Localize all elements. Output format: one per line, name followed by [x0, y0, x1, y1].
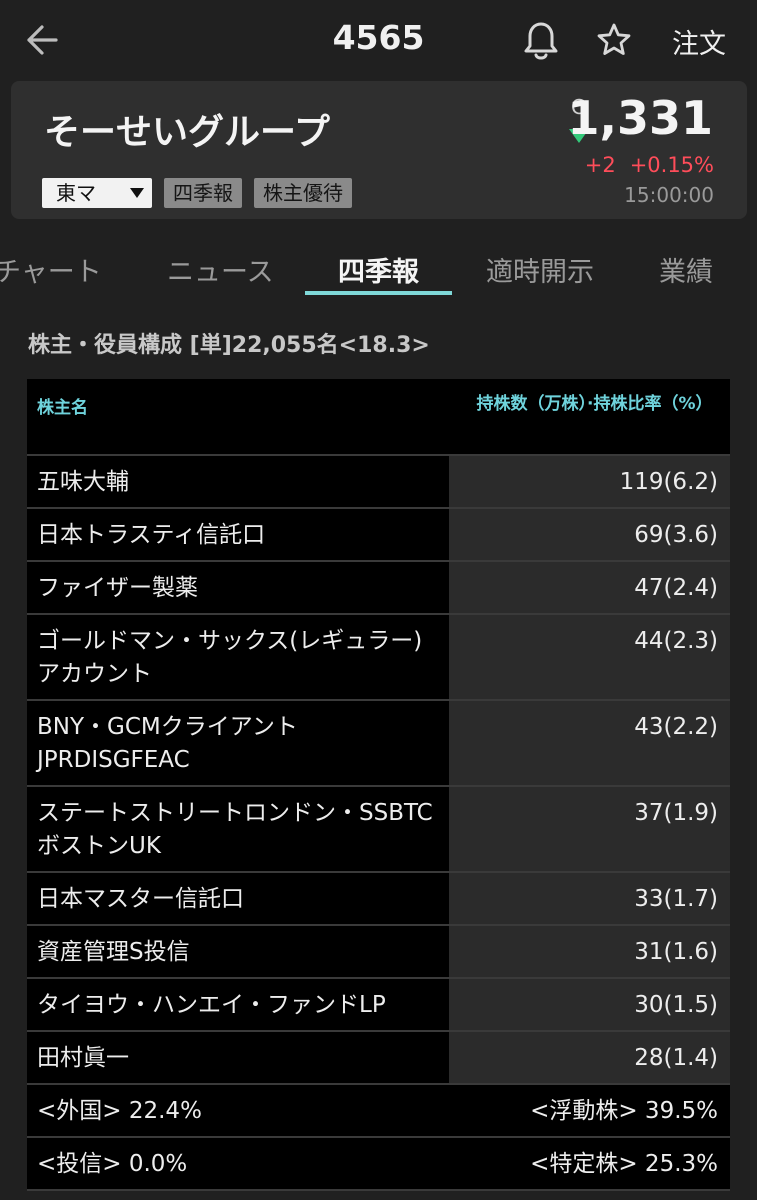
table-row: 日本マスター信託口 33(1.7): [27, 873, 730, 926]
tag-shareholder-benefits[interactable]: 株主優待: [254, 178, 352, 208]
back-arrow-icon: [27, 25, 58, 55]
market-select[interactable]: 東マ: [42, 178, 152, 208]
header-shares: 持株数（万株）·持株比率（%）: [476, 394, 713, 414]
shareholder-shares: 119(6.2): [449, 456, 730, 507]
change-percent: +0.15%: [629, 153, 714, 177]
summary-row: <外国> 22.4% <浮動株> 39.5%: [27, 1085, 730, 1138]
tag-row: 東マ 四季報 株主優待: [42, 178, 352, 208]
app-screen: 4565 注文 そーせいグループ 東マ 四季報 株主優待 C 1,331 +2 …: [0, 0, 757, 1200]
shareholder-shares: 43(2.2): [449, 701, 730, 785]
table-header: 株主名 持株数（万株）·持株比率（%）: [27, 379, 730, 456]
price-change: +2 +0.15%: [585, 153, 714, 177]
shareholder-shares: 47(2.4): [449, 562, 730, 613]
change-value: +2: [584, 153, 616, 177]
stock-name: そーせいグループ: [44, 112, 330, 153]
table-body: 五味大輔 119(6.2) 日本トラスティ信託口 69(3.6) ファイザー製薬 47(2…: [27, 456, 730, 1191]
shareholder-shares: 37(1.9): [449, 787, 730, 871]
summary-left: <投信> 0.0%: [27, 1138, 449, 1189]
table-row: 五味大輔 119(6.2): [27, 456, 730, 509]
shareholder-name: タイヨウ・ハンエイ・ファンドLP: [27, 979, 449, 1030]
tab-bar: チャート ニュース 四季報 適時開示 業績: [0, 238, 757, 298]
back-button[interactable]: [22, 22, 62, 58]
shareholder-name: ファイザー製薬: [27, 562, 449, 613]
stock-summary-card: そーせいグループ 東マ 四季報 株主優待 C 1,331 +2 +0.15% 15…: [11, 81, 747, 219]
shareholder-shares: 28(1.4): [449, 1032, 730, 1083]
shareholder-shares: 33(1.7): [449, 873, 730, 924]
tab-shikiho[interactable]: 四季報: [338, 250, 419, 289]
table-row: 日本トラスティ信託口 69(3.6): [27, 509, 730, 562]
price-time: 15:00:00: [624, 183, 714, 207]
top-bar: 4565 注文: [0, 0, 757, 80]
shareholder-shares: 44(2.3): [449, 615, 730, 699]
caret-down-icon: [130, 188, 144, 198]
tab-news[interactable]: ニュース: [167, 250, 274, 289]
tab-results[interactable]: 業績: [659, 250, 713, 289]
table-row: 資産管理S投信 31(1.6): [27, 926, 730, 979]
tag-shikiho[interactable]: 四季報: [164, 178, 242, 208]
table-row: タイヨウ・ハンエイ・ファンドLP 30(1.5): [27, 979, 730, 1032]
shareholder-table: 株主名 持株数（万株）·持株比率（%） 五味大輔 119(6.2) 日本トラスティ信…: [27, 379, 730, 1191]
order-button[interactable]: 注文: [672, 22, 726, 61]
table-row: BNY・GCMクライアントJPRDISGFEAC 43(2.2): [27, 701, 730, 787]
shareholder-name: ゴールドマン・サックス(レギュラー)アカウント: [27, 615, 449, 699]
header-shareholder-name: 株主名: [37, 398, 88, 418]
shareholder-name: BNY・GCMクライアントJPRDISGFEAC: [27, 701, 449, 785]
current-price: 1,331: [567, 91, 713, 145]
shareholder-shares: 30(1.5): [449, 979, 730, 1030]
shareholder-name: 田村眞一: [27, 1032, 449, 1083]
shareholder-name: 日本マスター信託口: [27, 873, 449, 924]
shareholder-name: 五味大輔: [27, 456, 449, 507]
summary-left: <外国> 22.4%: [27, 1085, 449, 1136]
market-label: 東マ: [56, 181, 96, 205]
summary-right: <浮動株> 39.5%: [449, 1085, 730, 1136]
shareholder-name: 資産管理S投信: [27, 926, 449, 977]
summary-row: <投信> 0.0% <特定株> 25.3%: [27, 1138, 730, 1191]
section-title: 株主・役員構成 [単]22,055名<18.3>: [28, 333, 430, 358]
table-row: 田村眞一 28(1.4): [27, 1032, 730, 1085]
shareholder-name: 日本トラスティ信託口: [27, 509, 449, 560]
shareholder-name: ステートストリートロンドン・SSBTCボストンUK: [27, 787, 449, 871]
active-tab-indicator: [305, 291, 452, 295]
shareholder-shares: 31(1.6): [449, 926, 730, 977]
star-icon: [597, 23, 631, 55]
table-row: ファイザー製薬 47(2.4): [27, 562, 730, 615]
stock-code-title: 4565: [332, 18, 425, 57]
summary-right: <特定株> 25.3%: [449, 1138, 730, 1189]
favorite-button[interactable]: [596, 22, 632, 58]
table-row: ゴールドマン・サックス(レギュラー)アカウント 44(2.3): [27, 615, 730, 701]
alert-button[interactable]: [522, 20, 560, 62]
tab-disclosure[interactable]: 適時開示: [486, 250, 594, 289]
bell-icon: [524, 22, 558, 60]
tab-chart[interactable]: チャート: [0, 250, 102, 289]
table-row: ステートストリートロンドン・SSBTCボストンUK 37(1.9): [27, 787, 730, 873]
shareholder-shares: 69(3.6): [449, 509, 730, 560]
